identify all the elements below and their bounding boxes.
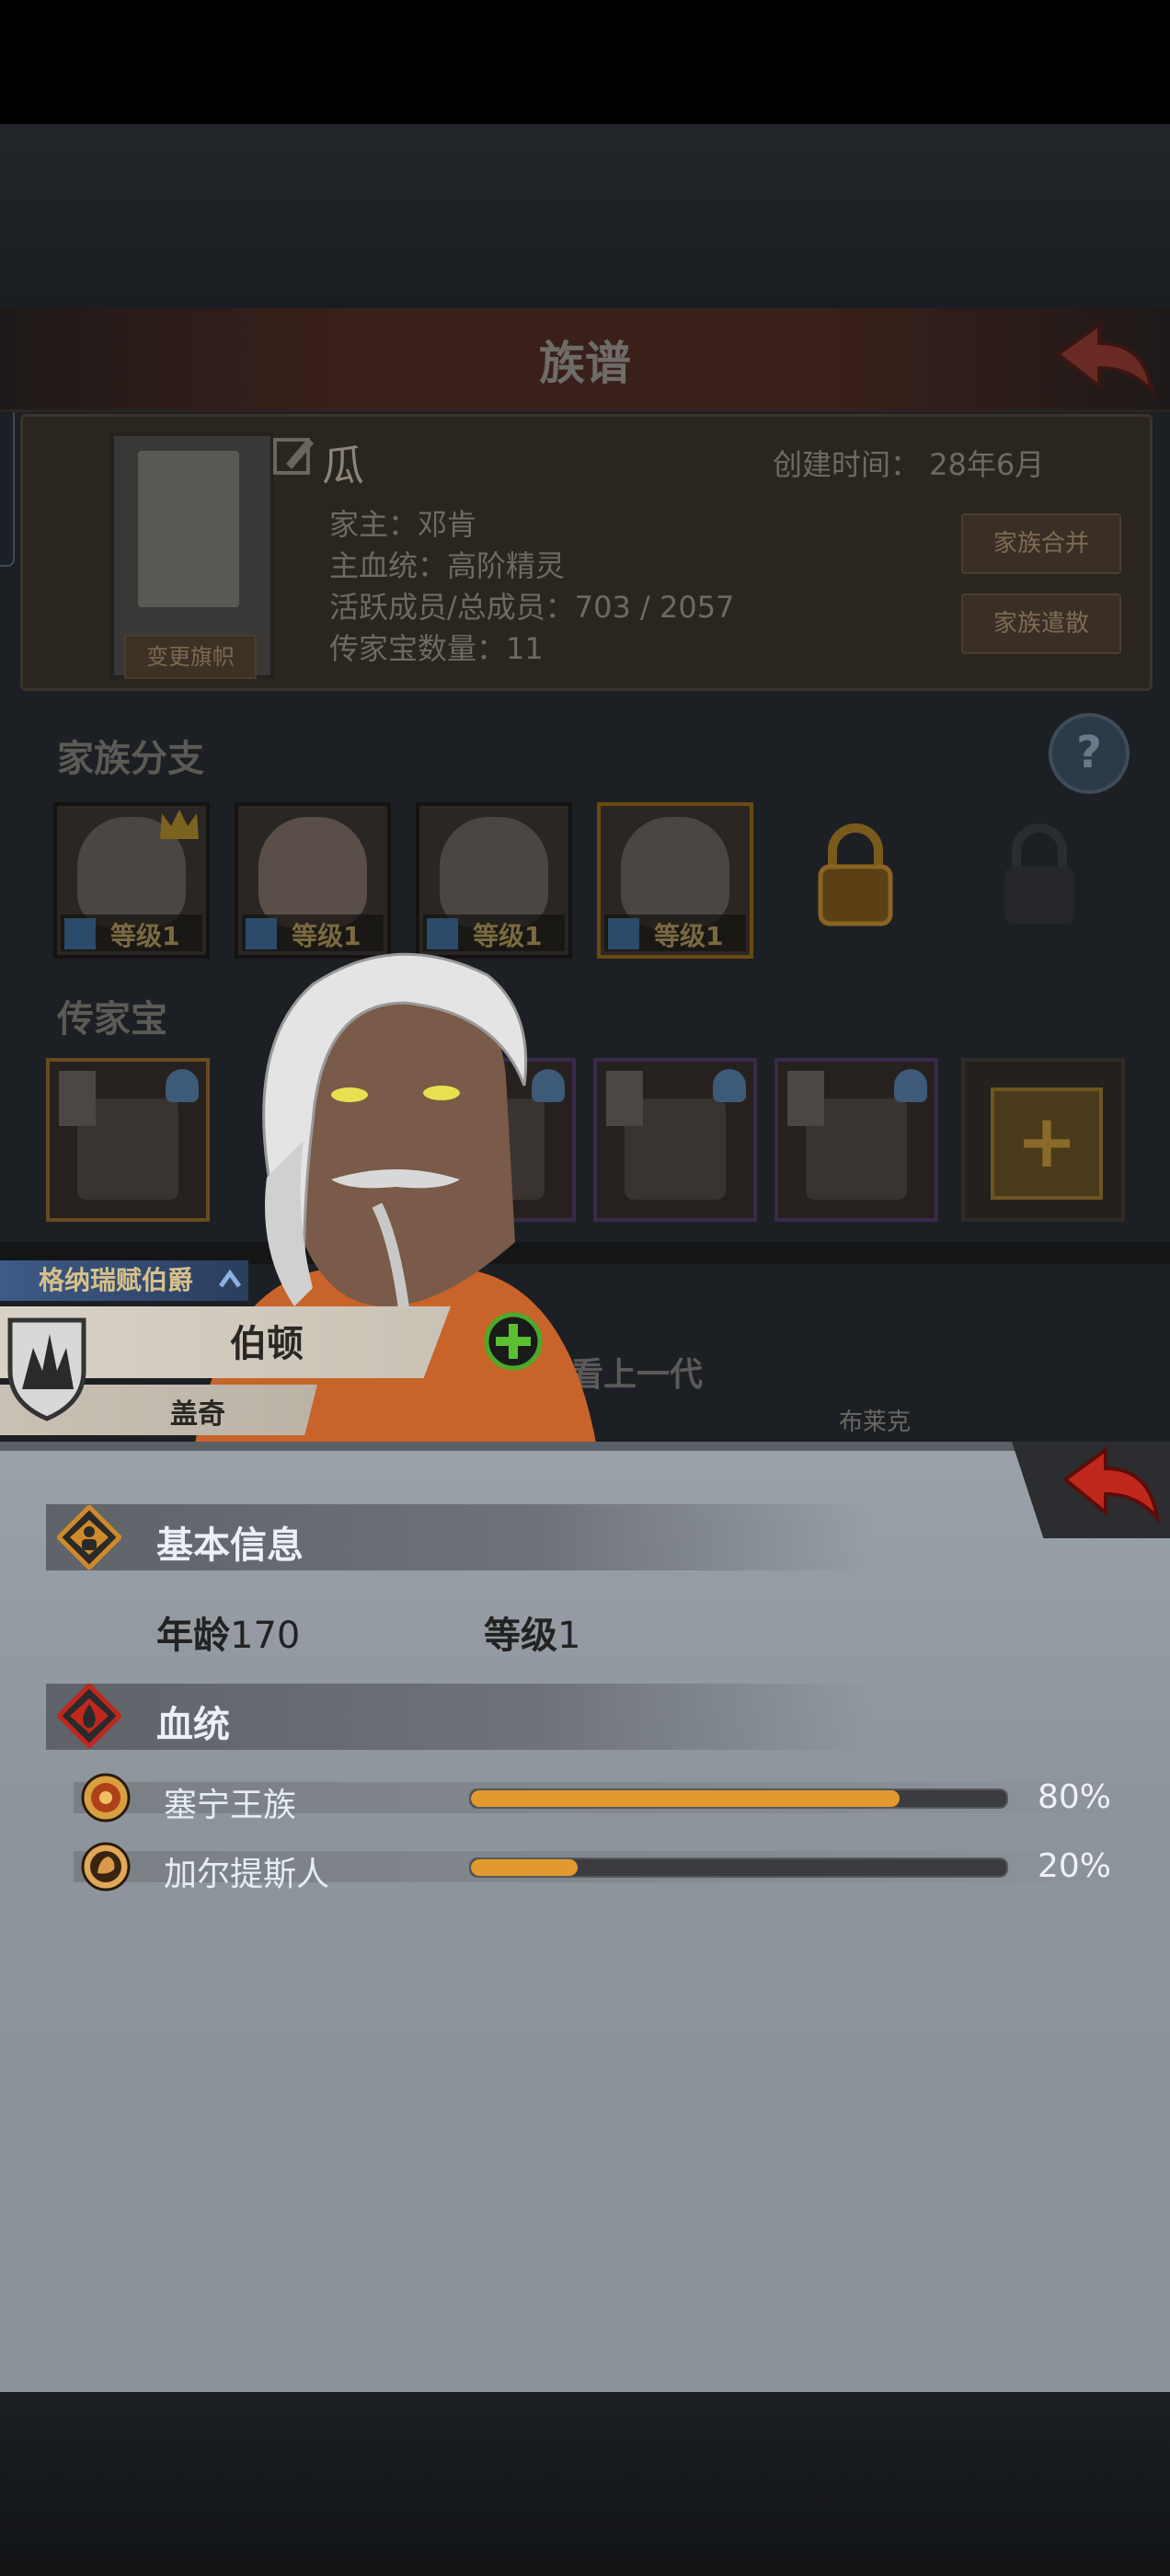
plus-icon: +	[991, 1087, 1103, 1200]
banner-emblem	[138, 451, 239, 607]
status-bar-area	[0, 0, 1170, 124]
rank-up-icon	[218, 1269, 242, 1288]
person-icon	[894, 1069, 927, 1102]
bloodline-progress-bar	[469, 1857, 1008, 1878]
bloodline-title: 血统	[156, 1704, 230, 1746]
banner-icon	[787, 1071, 824, 1126]
bloodline-name: 塞宁王族	[164, 1787, 297, 1824]
bloodline-progress-fill	[471, 1859, 579, 1876]
bloodline-progress-bar	[469, 1788, 1008, 1809]
level-stat: 等级1	[484, 1605, 580, 1659]
edit-icon[interactable]	[271, 432, 317, 478]
main-bloodline: 主血统：高阶精灵	[329, 548, 566, 583]
background-top	[0, 124, 1170, 308]
branch-section-label: 家族分支	[57, 738, 204, 780]
bloodline-percent: 20%	[1038, 1847, 1112, 1885]
branch-slot[interactable]: 等级1	[416, 802, 572, 959]
family-dissolve-button[interactable]: 家族遣散	[961, 593, 1121, 654]
family-merge-button[interactable]: 家族合并	[961, 513, 1121, 574]
person-diamond-icon	[57, 1505, 121, 1570]
bloodline-percent: 80%	[1038, 1778, 1112, 1816]
help-icon[interactable]: ?	[1049, 713, 1130, 794]
lock-icon[interactable]	[809, 819, 901, 929]
create-time-value: 28年6月	[929, 447, 1045, 482]
character-name: 伯顿	[230, 1323, 304, 1365]
level-value: 1	[557, 1615, 581, 1657]
age-value: 170	[230, 1615, 301, 1657]
heirloom-slot[interactable]	[774, 1058, 938, 1222]
noble-title-badge: 格纳瑞赋伯爵	[0, 1260, 248, 1301]
age-label: 年龄	[156, 1615, 230, 1657]
back-arrow-icon[interactable]	[1058, 1444, 1164, 1527]
branch-level: 等级1	[654, 921, 724, 951]
age-stat: 年龄170	[156, 1605, 300, 1659]
branch-slot[interactable]: 等级1	[235, 802, 391, 959]
house-head: 家主：邓肯	[329, 507, 477, 542]
lineage-name: 布莱克	[839, 1409, 912, 1436]
heirloom-count: 传家宝数量：11	[329, 631, 544, 666]
bloodline-name: 加尔提斯人	[164, 1856, 330, 1893]
family-name: 瓜	[322, 441, 364, 490]
page-title: 族谱	[539, 337, 631, 390]
royal-crest-icon	[81, 1773, 131, 1823]
add-heirloom-button[interactable]: +	[961, 1058, 1125, 1222]
blood-drop-icon	[57, 1684, 121, 1748]
avatar	[258, 817, 367, 927]
level-label: 等级	[484, 1615, 557, 1657]
banner-icon	[59, 1071, 96, 1126]
back-arrow-icon[interactable]	[1049, 317, 1159, 400]
avatar	[440, 817, 548, 927]
add-circle-icon[interactable]	[483, 1311, 544, 1372]
create-time: 创建时间： 28年6月	[773, 442, 1044, 484]
background-bottom	[0, 2392, 1170, 2576]
lock-icon	[1004, 823, 1074, 924]
branch-slot[interactable]: 等级1	[53, 802, 210, 959]
character-info-panel	[0, 1442, 1170, 2392]
crown-icon	[160, 810, 199, 839]
bloodline-progress-fill	[471, 1790, 900, 1807]
person-icon	[713, 1069, 746, 1102]
basic-info-title: 基本信息	[156, 1524, 304, 1567]
change-banner-button[interactable]: 变更旗帜	[124, 635, 257, 679]
panel-edge	[0, 1442, 1170, 1451]
member-count: 活跃成员/总成员：703 / 2057	[329, 590, 735, 625]
level-bar: 等级1	[604, 914, 746, 951]
create-time-label: 创建时间：	[773, 447, 921, 482]
avatar	[621, 817, 729, 927]
beast-crest-icon	[81, 1842, 131, 1892]
sword-icon	[64, 918, 96, 949]
heirloom-section-label: 传家宝	[57, 998, 167, 1041]
branch-slot-selected[interactable]: 等级1	[597, 802, 753, 959]
family-shield-icon	[7, 1317, 86, 1421]
